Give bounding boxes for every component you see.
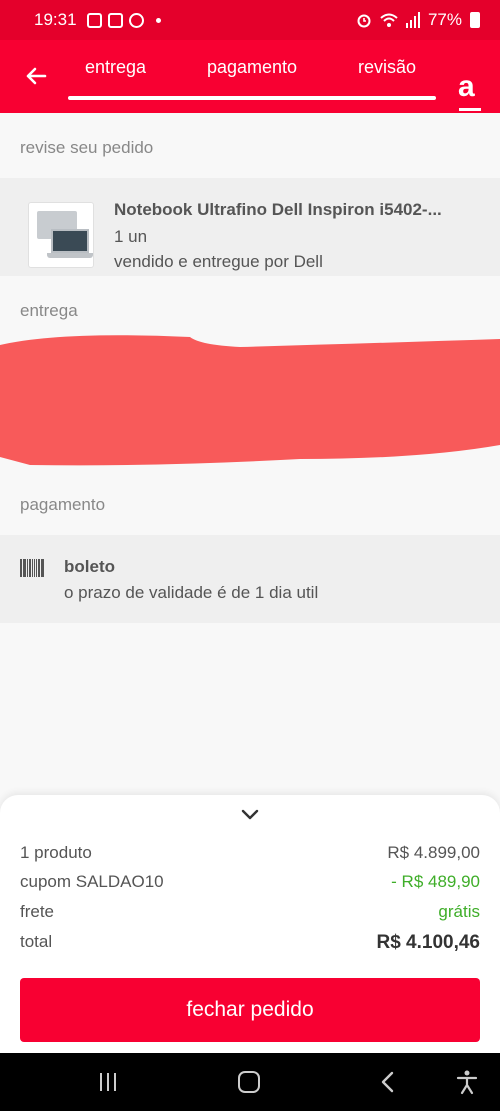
delivery-heading: entrega [20,301,78,320]
accessibility-icon[interactable] [455,1069,479,1095]
status-time: 19:31 [34,10,77,29]
payment-method-name: boleto [64,557,115,576]
product-seller: vendido e entregue por Dell [114,252,323,271]
battery-percent: 77% [427,10,462,29]
checkout-header: entrega pagamento revisão a [0,40,500,113]
tab-entrega[interactable]: entrega [85,57,146,78]
products-value: R$ 4.899,00 [387,843,480,862]
coupon-label: cupom SALDAO10 [20,872,164,891]
tab-revisao[interactable]: revisão [358,57,416,78]
review-heading: revise seu pedido [20,138,154,157]
notification-icons [86,12,161,28]
payment-heading: pagamento [20,495,106,514]
recents-icon[interactable] [100,1073,116,1091]
coupon-value: - R$ 489,90 [391,872,480,891]
product-item[interactable]: Notebook Ultrafino Dell Inspiron i5402-.… [0,178,500,276]
gallery-icon [86,12,102,28]
nav-back-icon[interactable] [380,1071,396,1093]
status-bar: 19:31 77% [0,0,500,40]
shipping-value: grátis [438,902,480,921]
order-summary-sheet: 1 produto R$ 4.899,00 cupom SALDAO10 - R… [0,795,500,1053]
barcode-icon [20,559,45,577]
more-notifications-icon [155,17,161,23]
summary-coupon-row: cupom SALDAO10 - R$ 489,90 [20,872,480,892]
chevron-down-icon[interactable] [240,807,260,821]
checkout-progress-bar [68,96,436,100]
battery-icon [470,12,480,28]
products-label: 1 produto [20,843,92,862]
place-order-button[interactable]: fechar pedido [20,978,480,1042]
total-value: R$ 4.100,46 [376,932,480,953]
wifi-icon [380,13,398,27]
shipping-label: frete [20,902,55,921]
alarm-icon [357,14,371,28]
app-icon [107,12,123,28]
payment-method[interactable]: boleto o prazo de validade é de 1 dia ut… [0,535,500,623]
arrow-left-icon [26,67,47,85]
total-label: total [20,932,53,951]
payment-note: o prazo de validade é de 1 dia util [64,583,319,602]
system-nav-bar [0,1053,500,1111]
summary-shipping-row: frete grátis [20,902,480,922]
redacted-address [0,335,500,466]
home-icon[interactable] [238,1071,260,1093]
back-button[interactable] [20,60,52,92]
product-name: Notebook Ultrafino Dell Inspiron i5402-.… [114,200,442,219]
logo-underline [459,108,481,111]
summary-products-row: 1 produto R$ 4.899,00 [20,843,480,863]
system-icons: 77% [356,10,480,30]
search-app-icon [128,12,144,28]
store-logo: a [458,70,475,103]
signal-icon [405,12,420,28]
product-thumbnail [28,202,94,268]
tab-pagamento[interactable]: pagamento [207,57,297,78]
product-quantity: 1 un [114,227,148,246]
summary-total-row: total R$ 4.100,46 [20,932,480,954]
